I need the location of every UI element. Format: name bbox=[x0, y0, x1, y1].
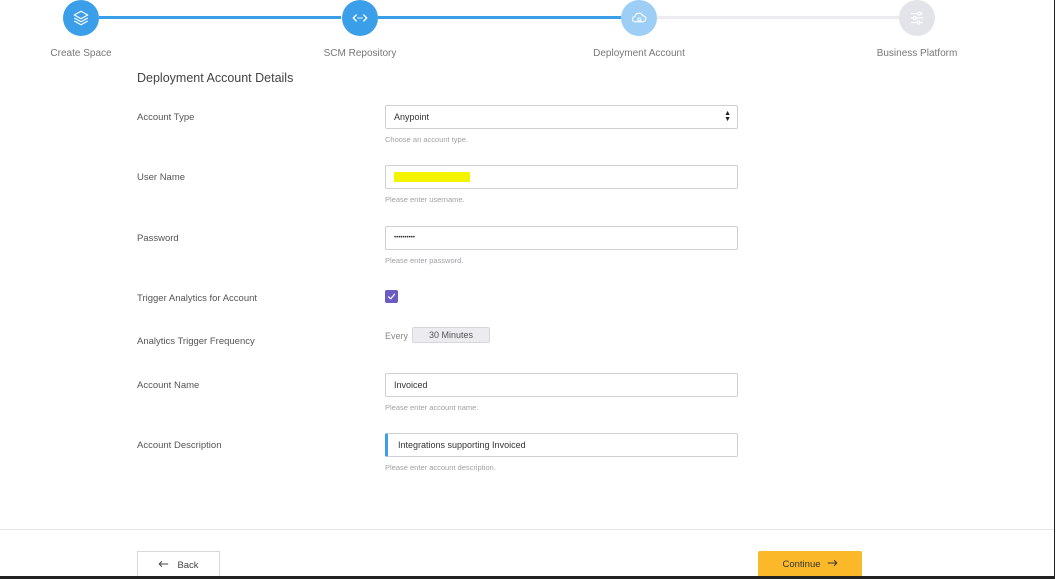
step-label-scm-repository: SCM Repository bbox=[323, 48, 397, 59]
continue-button-label: Continue bbox=[782, 559, 821, 570]
layers-icon bbox=[73, 10, 89, 26]
password-value: •••••••••• bbox=[394, 235, 416, 241]
account-type-hint: Choose an account type. bbox=[385, 135, 468, 144]
password-hint: Please enter password. bbox=[385, 256, 464, 265]
check-icon bbox=[387, 293, 396, 300]
step-scm-repository[interactable] bbox=[342, 0, 378, 36]
step-business-platform[interactable] bbox=[899, 0, 935, 36]
cloud-gear-icon bbox=[631, 12, 647, 23]
continue-button[interactable]: Continue bbox=[758, 551, 862, 578]
account-description-input[interactable]: Integrations supporting Invoiced bbox=[385, 433, 738, 457]
account-type-select[interactable]: Anypoint ▲ ▼ bbox=[385, 105, 738, 129]
right-edge bbox=[1054, 0, 1055, 579]
trigger-analytics-checkbox[interactable] bbox=[385, 290, 398, 303]
footer-divider bbox=[0, 529, 1054, 530]
step-connector-2 bbox=[378, 16, 621, 19]
back-button[interactable]: Back bbox=[137, 551, 220, 578]
code-arrows-icon bbox=[352, 14, 368, 22]
frequency-field[interactable]: 30 Minutes bbox=[412, 327, 490, 343]
account-description-hint: Please enter account description. bbox=[385, 463, 496, 472]
redaction-highlight bbox=[394, 172, 470, 182]
step-label-create-space: Create Space bbox=[50, 48, 112, 59]
step-connector-3 bbox=[657, 16, 899, 19]
user-name-label: User Name bbox=[137, 172, 186, 183]
user-name-hint: Please enter username. bbox=[385, 195, 465, 204]
page: Create Space SCM Repository Deployment A… bbox=[0, 0, 1060, 579]
step-deployment-account[interactable] bbox=[621, 0, 657, 36]
back-button-label: Back bbox=[177, 559, 199, 571]
account-name-input[interactable]: Invoiced bbox=[385, 373, 738, 397]
arrow-left-icon bbox=[158, 560, 169, 571]
password-input[interactable]: •••••••••• bbox=[385, 226, 738, 250]
account-name-value: Invoiced bbox=[394, 380, 428, 390]
password-label: Password bbox=[137, 233, 179, 244]
account-type-label: Account Type bbox=[137, 112, 195, 123]
frequency-prefix: Every bbox=[385, 331, 409, 341]
stepper: Create Space SCM Repository Deployment A… bbox=[0, 0, 1060, 70]
trigger-analytics-label: Trigger Analytics for Account bbox=[137, 293, 258, 304]
section-title: Deployment Account Details bbox=[137, 71, 294, 85]
frequency-label: Analytics Trigger Frequency bbox=[137, 336, 255, 347]
step-create-space[interactable] bbox=[63, 0, 99, 36]
account-name-hint: Please enter account name. bbox=[385, 403, 479, 412]
user-name-input[interactable] bbox=[385, 165, 738, 189]
arrow-right-icon bbox=[827, 559, 838, 570]
step-label-business-platform: Business Platform bbox=[876, 48, 958, 59]
select-arrows-icon: ▲ ▼ bbox=[724, 110, 731, 123]
step-label-deployment-account: Deployment Account bbox=[593, 48, 685, 59]
step-connector-1 bbox=[99, 16, 341, 19]
sliders-icon bbox=[911, 11, 923, 25]
account-type-value: Anypoint bbox=[394, 112, 430, 122]
account-description-value: Integrations supporting Invoiced bbox=[398, 440, 526, 450]
account-description-label: Account Description bbox=[137, 440, 222, 451]
account-name-label: Account Name bbox=[137, 380, 200, 391]
